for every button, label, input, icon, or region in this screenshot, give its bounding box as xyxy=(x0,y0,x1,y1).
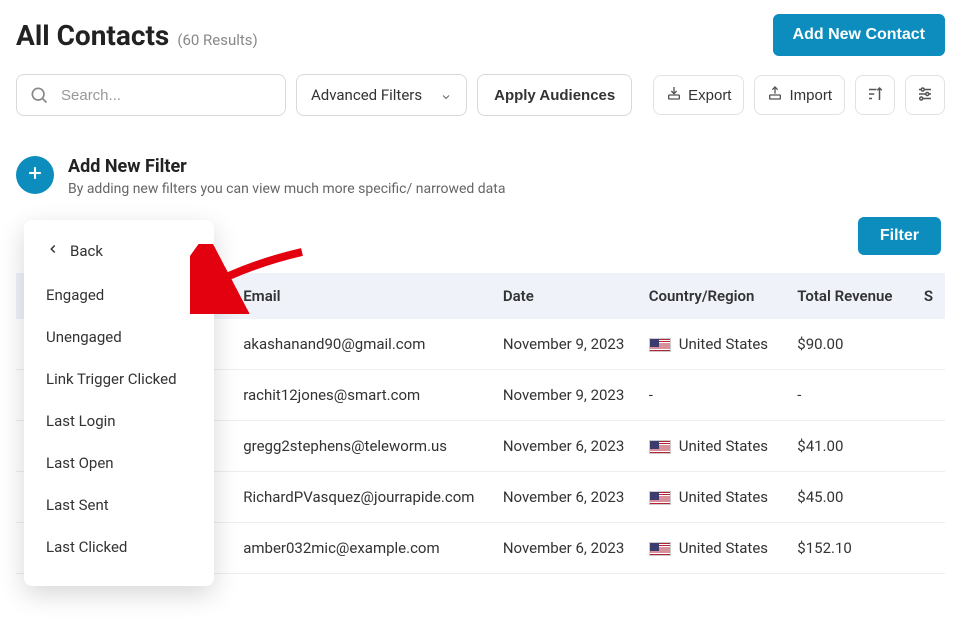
dropdown-item-last-login[interactable]: Last Login xyxy=(24,400,214,442)
add-filter-title: Add New Filter xyxy=(68,156,505,177)
export-label: Export xyxy=(688,87,731,104)
plus-icon xyxy=(25,163,45,187)
cell-email: rachit12jones@smart.com xyxy=(231,370,491,421)
apply-audiences-button[interactable]: Apply Audiences xyxy=(477,74,632,116)
cell-revenue: $45.00 xyxy=(785,472,912,523)
dropdown-back-label: Back xyxy=(70,242,103,260)
cell-country: United States xyxy=(637,472,786,523)
sort-button[interactable] xyxy=(855,75,895,115)
cell-email: amber032mic@example.com xyxy=(231,523,491,574)
advanced-filters-dropdown[interactable]: Advanced Filters xyxy=(296,74,467,116)
cell-country: United States xyxy=(637,421,786,472)
cell-email: gregg2stephens@teleworm.us xyxy=(231,421,491,472)
export-button[interactable]: Export xyxy=(653,75,744,115)
cell-country: United States xyxy=(637,523,786,574)
page-title: All Contacts xyxy=(16,19,169,52)
dropdown-item-link-trigger-clicked[interactable]: Link Trigger Clicked xyxy=(24,358,214,400)
th-date[interactable]: Date xyxy=(491,273,637,319)
add-filter-subtitle: By adding new filters you can view much … xyxy=(68,181,505,197)
us-flag-icon xyxy=(649,440,671,454)
us-flag-icon xyxy=(649,542,671,556)
advanced-filters-label: Advanced Filters xyxy=(311,86,422,104)
chevron-down-icon xyxy=(440,89,452,101)
dropdown-item-last-sent[interactable]: Last Sent xyxy=(24,484,214,526)
th-extra[interactable]: S xyxy=(912,273,945,319)
dropdown-item-last-clicked[interactable]: Last Clicked xyxy=(24,526,214,568)
cell-date: November 6, 2023 xyxy=(491,472,637,523)
cell-email: akashanand90@gmail.com xyxy=(231,319,491,370)
chevron-left-icon xyxy=(46,242,60,260)
dropdown-item-unengaged[interactable]: Unengaged xyxy=(24,316,214,358)
dropdown-item-last-open[interactable]: Last Open xyxy=(24,442,214,484)
settings-button[interactable] xyxy=(905,75,945,115)
import-button[interactable]: Import xyxy=(754,75,845,115)
search-icon xyxy=(29,85,49,105)
cell-country: - xyxy=(637,370,786,421)
cell-revenue: $41.00 xyxy=(785,421,912,472)
cell-revenue: $90.00 xyxy=(785,319,912,370)
cell-date: November 9, 2023 xyxy=(491,370,637,421)
cell-email: RichardPVasquez@jourrapide.com xyxy=(231,472,491,523)
filter-button[interactable]: Filter xyxy=(858,217,941,255)
search-input-wrap[interactable] xyxy=(16,74,286,116)
search-input[interactable] xyxy=(59,86,273,105)
export-icon xyxy=(666,85,682,105)
sliders-icon xyxy=(916,85,934,106)
th-country[interactable]: Country/Region xyxy=(637,273,786,319)
result-count: (60 Results) xyxy=(177,31,257,49)
dropdown-back[interactable]: Back xyxy=(24,236,214,274)
cell-revenue: - xyxy=(785,370,912,421)
add-filter-button[interactable] xyxy=(16,156,54,194)
sort-icon xyxy=(866,85,884,106)
cell-country: United States xyxy=(637,319,786,370)
import-icon xyxy=(767,85,783,105)
dropdown-item-engaged[interactable]: Engaged xyxy=(24,274,214,316)
us-flag-icon xyxy=(649,338,671,352)
th-email[interactable]: Email xyxy=(231,273,491,319)
us-flag-icon xyxy=(649,491,671,505)
th-revenue[interactable]: Total Revenue xyxy=(785,273,912,319)
cell-date: November 6, 2023 xyxy=(491,421,637,472)
filter-dropdown: Back EngagedUnengagedLink Trigger Clicke… xyxy=(24,220,214,586)
cell-date: November 6, 2023 xyxy=(491,523,637,574)
cell-date: November 9, 2023 xyxy=(491,319,637,370)
cell-revenue: $152.10 xyxy=(785,523,912,574)
add-new-contact-button[interactable]: Add New Contact xyxy=(773,14,945,56)
import-label: Import xyxy=(789,87,832,104)
